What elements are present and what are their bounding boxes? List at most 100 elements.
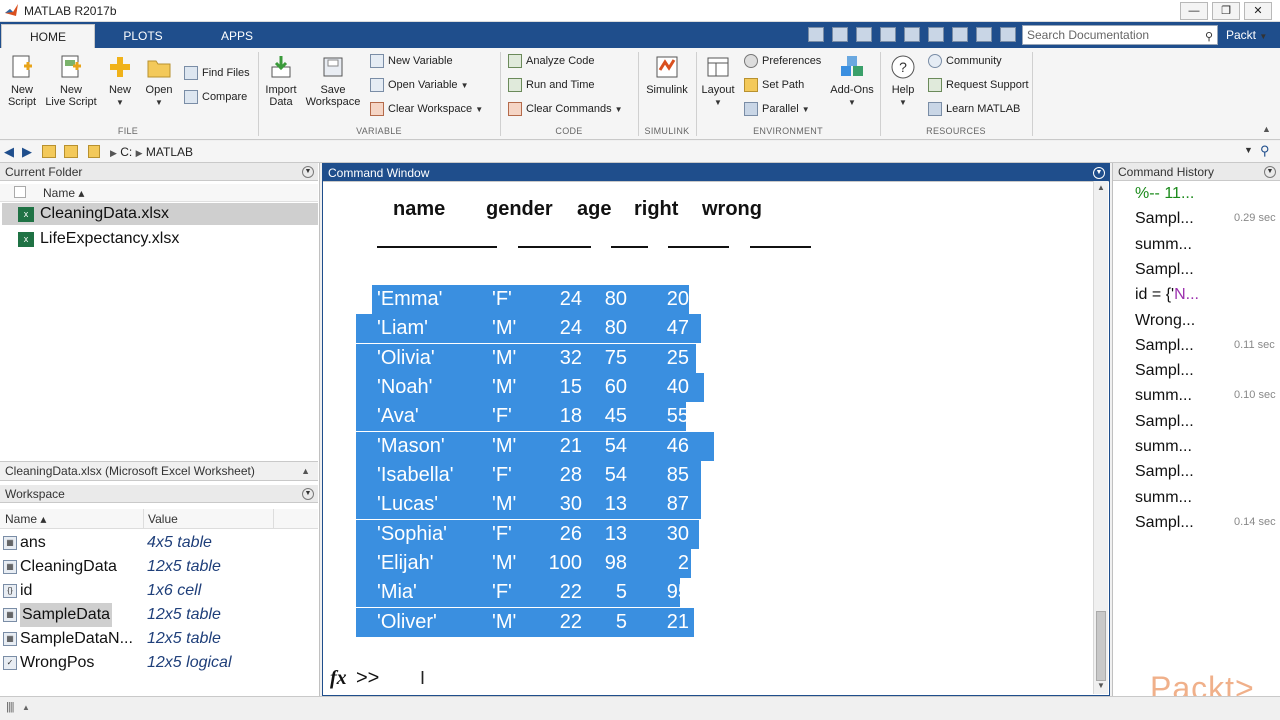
user-menu[interactable]: Packt ▼ [1226,28,1267,42]
redo-icon[interactable] [952,27,968,42]
request-support-button[interactable]: Request Support [928,76,1029,94]
clear-workspace-button[interactable]: Clear Workspace ▼ [370,100,483,118]
fx-icon[interactable]: fx [330,667,347,690]
history-item[interactable]: Sampl... [1135,459,1194,484]
parallel-button[interactable]: Parallel ▼ [744,100,810,118]
file-row[interactable]: x CleaningData.xlsx [2,203,318,225]
set-path-button[interactable]: Set Path [744,76,804,94]
file-details-bar[interactable]: CleaningData.xlsx (Microsoft Excel Works… [0,461,318,481]
scroll-up-icon[interactable]: ▲ [1096,183,1106,192]
new-script-button[interactable]: New Script [4,54,40,108]
workspace-row[interactable]: ▦ SampleDataN... 12x5 table [0,627,318,651]
file-row[interactable]: x LifeExpectancy.xlsx [2,228,318,250]
collapse-ribbon-icon[interactable]: ▲ [1262,124,1271,134]
history-item[interactable]: summ... [1135,434,1192,459]
select-all-checkbox[interactable] [14,186,26,198]
open-variable-button[interactable]: Open Variable ▼ [370,76,469,94]
new-button[interactable]: New ▼ [104,54,136,109]
panel-menu-icon[interactable]: ▼ [1264,166,1276,178]
search-documentation-input[interactable]: Search Documentation ⚲ [1022,25,1218,45]
var-name: SampleData [20,603,113,627]
command-window-scrollbar[interactable]: ▲ ▼ [1093,181,1108,694]
preferences-button[interactable]: Preferences [744,52,821,70]
history-item[interactable]: Wrong... [1135,308,1195,333]
add-ons-button[interactable]: Add-Ons ▼ [828,54,876,109]
workspace-name-column[interactable]: Name ▴ [0,509,144,529]
toolbar-icon[interactable] [808,27,824,42]
chevron-up-icon[interactable]: ▲ [22,703,30,712]
folder-column-header[interactable]: Name ▴ [0,184,318,202]
help-button[interactable]: ? Help ▼ [886,54,920,109]
chevron-down-icon[interactable]: ▼ [1244,145,1253,155]
history-item[interactable]: Sampl... [1135,206,1194,231]
paste-icon[interactable] [904,27,920,42]
forward-icon[interactable]: ▶ [22,144,32,160]
output-cell: 'F' [492,288,512,310]
open-button[interactable]: Open ▼ [142,54,176,109]
current-folder-title: Current Folder [5,165,83,179]
help-icon[interactable] [1000,27,1016,42]
simulink-button[interactable]: Simulink [644,54,690,96]
history-item[interactable]: summ... [1135,383,1192,408]
name-column-label[interactable]: Name ▴ [43,186,84,200]
back-icon[interactable]: ◀ [4,144,14,160]
output-cell: 'M' [492,610,517,633]
search-folder-icon[interactable]: ⚲ [1260,143,1270,159]
workspace-row[interactable]: ▦ CleaningData 12x5 table [0,555,318,579]
chevron-up-icon[interactable]: ▲ [301,462,310,481]
workspace-row[interactable]: ▦ SampleData 12x5 table [0,603,318,627]
history-item[interactable]: Sampl... [1135,510,1194,535]
breadcrumb-folder[interactable]: MATLAB [146,145,193,159]
history-item[interactable]: Sampl... [1135,257,1194,282]
new-live-script-button[interactable]: New Live Script [44,54,98,108]
undo-icon[interactable] [928,27,944,42]
workspace-row[interactable]: ▦ ans 4x5 table [0,531,318,555]
breadcrumb[interactable]: ▶ C: ▶ MATLAB [110,145,193,159]
run-and-time-button[interactable]: Run and Time [508,76,594,94]
add-ons-label: Add-Ons [830,84,874,96]
panel-menu-icon[interactable]: ▼ [302,166,314,178]
history-item[interactable]: Sampl... [1135,333,1194,358]
panel-menu-icon[interactable]: ▼ [1093,167,1105,179]
panel-menu-icon[interactable]: ▼ [302,488,314,500]
cut-icon[interactable] [856,27,872,42]
save-icon[interactable] [832,27,848,42]
history-item[interactable]: %-- 11... [1135,181,1194,206]
browse-folder-icon[interactable] [64,145,78,158]
layout-button[interactable]: Layout ▼ [700,54,736,109]
import-data-button[interactable]: Import Data [262,54,300,108]
history-item[interactable]: id = {'N... [1135,282,1199,307]
workspace-row[interactable]: ✓ WrongPos 12x5 logical [0,651,318,675]
compare-button[interactable]: Compare [184,88,247,106]
minimize-button[interactable]: — [1180,2,1208,20]
new-script-label-2: Script [7,96,37,108]
new-variable-button[interactable]: New Variable [370,52,453,70]
learn-matlab-button[interactable]: Learn MATLAB [928,100,1020,118]
history-item[interactable]: summ... [1135,485,1192,510]
analyze-code-button[interactable]: Analyze Code [508,52,595,70]
tab-apps[interactable]: APPS [190,24,284,48]
up-folder-icon[interactable] [42,145,56,158]
search-icon[interactable]: ⚲ [1205,28,1213,46]
scroll-down-icon[interactable]: ▼ [1096,681,1106,690]
output-cell: 'Noah' [377,375,433,398]
history-item[interactable]: Sampl... [1135,358,1194,383]
tab-home[interactable]: HOME [1,24,95,48]
clear-commands-button[interactable]: Clear Commands ▼ [508,100,623,118]
history-item[interactable]: summ... [1135,232,1192,257]
switch-windows-icon[interactable] [976,27,992,42]
scrollbar-thumb[interactable] [1096,611,1106,681]
breadcrumb-drive[interactable]: C: [120,145,132,159]
workspace-row[interactable]: {} id 1x6 cell [0,579,318,603]
history-item[interactable]: Sampl... [1135,409,1194,434]
copy-icon[interactable] [880,27,896,42]
chevron-down-icon: ▼ [801,105,810,114]
community-button[interactable]: Community [928,52,1002,70]
tab-plots[interactable]: PLOTS [96,24,190,48]
workspace-value-column[interactable]: Value [144,509,274,529]
maximize-button[interactable]: ❐ [1212,2,1240,20]
chevron-down-icon: ▼ [116,98,124,107]
find-files-button[interactable]: Find Files [184,64,250,82]
close-button[interactable]: ✕ [1244,2,1272,20]
save-workspace-button[interactable]: Save Workspace [304,54,362,108]
